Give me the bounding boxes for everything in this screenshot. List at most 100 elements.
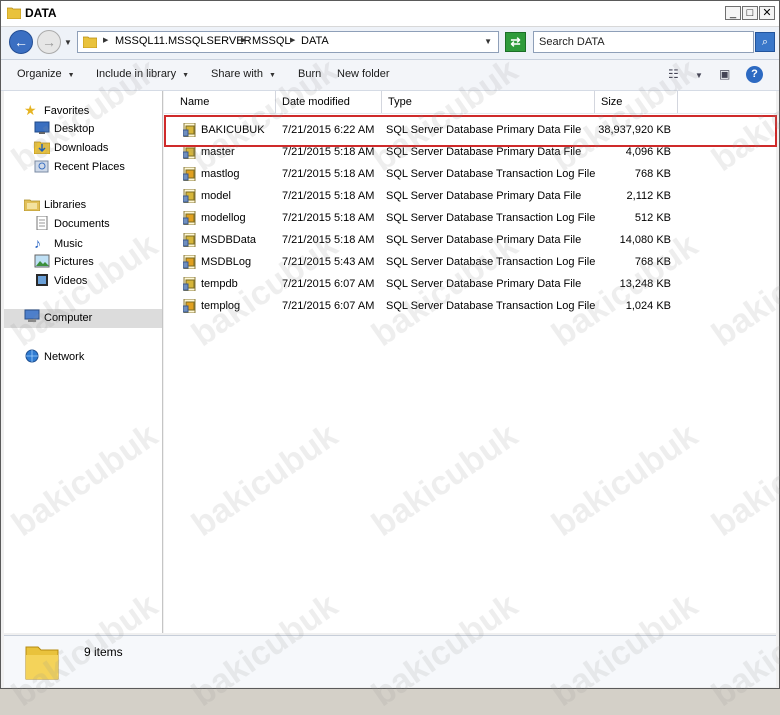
nav-music[interactable]: ♪ Music — [34, 235, 83, 253]
minimize-button[interactable]: _ — [725, 6, 741, 20]
file-type: SQL Server Database Transaction Log File — [386, 168, 596, 180]
table-row[interactable]: templog 7/21/2015 6:07 AM SQL Server Datab… — [164, 296, 776, 318]
column-header-name[interactable]: Name — [164, 91, 276, 113]
close-button[interactable]: ✕ — [759, 6, 775, 20]
table-row[interactable]: modellog 7/21/2015 5:18 AM SQL Server Data… — [164, 208, 776, 230]
highlight-box — [164, 115, 777, 147]
file-type: SQL Server Database Primary Data File — [386, 146, 582, 158]
search-placeholder: Search DATA — [539, 36, 605, 48]
desktop-icon — [34, 121, 50, 134]
file-name: model — [201, 190, 231, 202]
view-options-icon[interactable]: ☷ — [668, 67, 679, 81]
column-header-date-modified[interactable]: Date modified — [276, 91, 382, 113]
file-size: 512 KB — [634, 212, 671, 224]
file-name: tempdb — [201, 278, 238, 290]
nav-favorites[interactable]: ★ Favorites — [24, 102, 89, 120]
nav-documents-label: Documents — [54, 218, 110, 230]
nav-desktop[interactable]: Desktop — [34, 121, 94, 139]
preview-pane-icon[interactable]: ▣ — [719, 67, 730, 81]
nav-libraries-label: Libraries — [44, 199, 87, 211]
table-row[interactable]: MSDBData 7/21/2015 5:18 AM SQL Server Data… — [164, 230, 776, 252]
recent-pages-dropdown[interactable]: ▼ — [64, 38, 72, 47]
file-name: MSDBLog — [201, 256, 252, 268]
item-count: 9 items — [84, 645, 123, 659]
downloads-folder-icon — [34, 141, 50, 154]
explorer-window: DATA _ □ ✕ ← → ▼ ▶ MSSQL11.MSSQLSERVER ▶… — [0, 0, 780, 714]
table-row[interactable]: mastlog 7/21/2015 5:18 AM SQL Server Datab… — [164, 164, 776, 186]
file-date-modified: 7/21/2015 5:18 AM — [282, 212, 375, 224]
documents-icon — [36, 216, 48, 230]
view-dropdown-icon[interactable]: ▼ — [695, 71, 703, 80]
breadcrumb-separator-icon[interactable]: ▶ — [103, 36, 108, 44]
search-button[interactable]: ⌕ — [755, 32, 775, 52]
music-icon: ♪ — [34, 235, 41, 251]
nav-downloads[interactable]: Downloads — [34, 140, 108, 158]
organize-label: Organize — [17, 68, 62, 80]
nav-downloads-label: Downloads — [54, 142, 109, 154]
share-with-button[interactable]: Share with ▼ — [211, 68, 276, 80]
folder-icon — [83, 36, 97, 48]
nav-desktop-label: Desktop — [54, 123, 95, 135]
header-divider — [164, 113, 776, 114]
breadcrumb-mssql11[interactable]: MSSQL11.MSSQLSERVER — [115, 35, 252, 47]
refresh-button[interactable]: ⇄ — [505, 32, 526, 52]
burn-button[interactable]: Burn — [298, 68, 321, 80]
nav-computer-label: Computer — [44, 312, 93, 324]
include-in-library-button[interactable]: Include in library ▼ — [96, 68, 189, 80]
breadcrumb-data[interactable]: DATA — [301, 35, 329, 47]
help-icon[interactable]: ? — [746, 66, 763, 83]
file-type: SQL Server Database Transaction Log File — [386, 256, 596, 268]
folder-icon — [25, 646, 59, 680]
videos-icon — [36, 274, 48, 286]
computer-icon — [24, 309, 40, 322]
table-row[interactable]: MSDBLog 7/21/2015 5:43 AM SQL Server Datab… — [164, 252, 776, 274]
file-type: SQL Server Database Primary Data File — [386, 278, 582, 290]
database-file-icon — [183, 277, 196, 291]
nav-documents[interactable]: Documents — [34, 216, 110, 234]
nav-recent-places[interactable]: Recent Places — [34, 159, 125, 177]
file-size: 4,096 KB — [625, 146, 671, 158]
back-button[interactable]: ← — [9, 30, 33, 54]
title-bar[interactable]: DATA _ □ ✕ — [1, 1, 779, 27]
log-file-icon — [183, 255, 196, 269]
file-name: master — [201, 146, 235, 158]
maximize-button[interactable]: □ — [742, 6, 758, 20]
breadcrumb-separator-icon[interactable]: ▶ — [290, 36, 295, 44]
nav-pictures[interactable]: Pictures — [34, 254, 94, 272]
nav-videos[interactable]: Videos — [34, 273, 87, 291]
pictures-icon — [34, 254, 50, 268]
file-date-modified: 7/21/2015 5:43 AM — [282, 256, 375, 268]
search-input[interactable]: Search DATA — [533, 31, 754, 53]
table-row[interactable]: tempdb 7/21/2015 6:07 AM SQL Server Databa… — [164, 274, 776, 296]
column-header-type[interactable]: Type — [382, 91, 595, 113]
file-date-modified: 7/21/2015 5:18 AM — [282, 146, 375, 158]
command-bar: Organize ▼ Include in library ▼ Share with… — [1, 60, 779, 91]
new-folder-button[interactable]: New folder — [337, 68, 390, 80]
file-size: 2,112 KB — [626, 190, 671, 202]
breadcrumb-mssql[interactable]: MSSQL — [252, 35, 291, 47]
chevron-down-icon: ▼ — [67, 72, 75, 79]
address-dropdown[interactable]: ▼ — [484, 37, 492, 46]
recent-places-icon — [34, 160, 49, 173]
nav-videos-label: Videos — [54, 275, 88, 287]
file-type: SQL Server Database Primary Data File — [386, 234, 582, 246]
breadcrumb-separator-icon[interactable]: ▶ — [241, 36, 246, 44]
organize-button[interactable]: Organize ▼ — [17, 68, 75, 80]
file-date-modified: 7/21/2015 6:07 AM — [282, 278, 375, 290]
nav-network-label: Network — [44, 351, 85, 363]
file-size: 14,080 KB — [619, 234, 671, 246]
log-file-icon — [183, 211, 196, 225]
column-header-size[interactable]: Size — [595, 91, 678, 113]
file-list: Name Date modified Type Size BAKICUBUK 7/… — [164, 91, 777, 633]
nav-libraries[interactable]: Libraries — [24, 197, 86, 215]
share-with-label: Share with — [211, 68, 263, 80]
file-date-modified: 7/21/2015 5:18 AM — [282, 234, 375, 246]
file-type: SQL Server Database Transaction Log File — [386, 300, 596, 312]
forward-button[interactable]: → — [37, 30, 61, 54]
file-type: SQL Server Database Transaction Log File — [386, 212, 596, 224]
nav-computer[interactable]: Computer — [4, 309, 162, 328]
address-bar[interactable]: ▶ MSSQL11.MSSQLSERVER ▶ MSSQL ▶ DATA ▼ — [77, 31, 499, 53]
file-type: SQL Server Database Primary Data File — [386, 190, 582, 202]
nav-network[interactable]: Network — [24, 349, 84, 367]
table-row[interactable]: model 7/21/2015 5:18 AM SQL Server Databas… — [164, 186, 776, 208]
